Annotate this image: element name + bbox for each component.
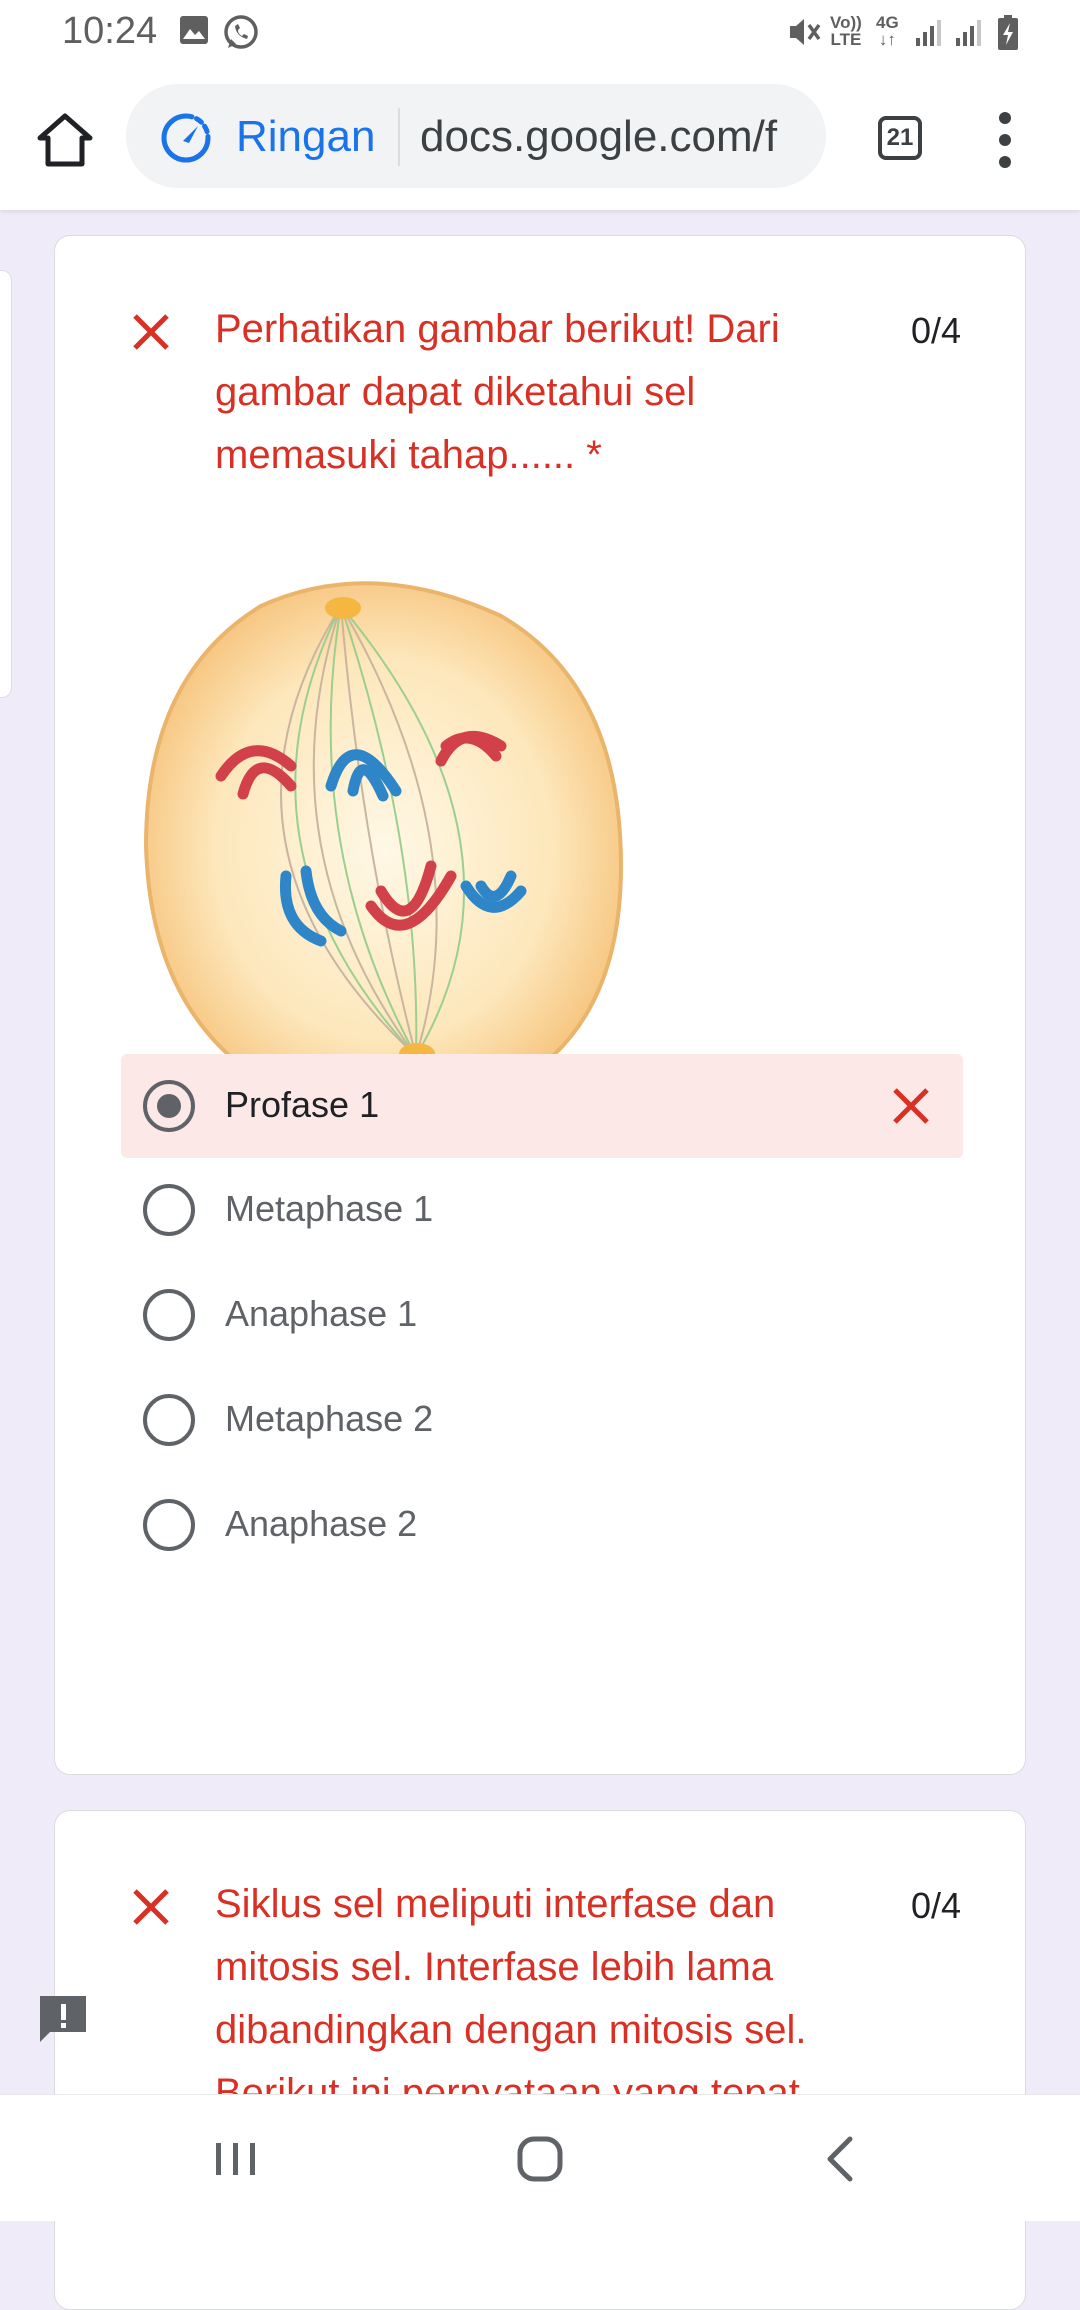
radio-button[interactable]	[143, 1394, 195, 1446]
option-label: Metaphase 1	[225, 1188, 434, 1229]
cell-division-diagram	[143, 581, 624, 1118]
option-label: Metaphase 2	[225, 1398, 434, 1439]
signal-icon	[916, 20, 941, 46]
radio-button[interactable]	[143, 1289, 195, 1341]
tab-switcher-button[interactable]: 21	[878, 116, 922, 160]
network-gen-label: 4G	[876, 13, 899, 32]
home-circle-icon[interactable]	[512, 2131, 568, 2187]
omnibox-divider	[398, 108, 400, 166]
incorrect-icon	[893, 1088, 929, 1124]
whatsapp-icon	[224, 15, 258, 49]
menu-dots-icon[interactable]	[990, 110, 1020, 170]
battery-charging-icon	[998, 15, 1018, 50]
option-label: Profase 1	[225, 1084, 380, 1125]
network-label-bottom: LTE	[830, 30, 862, 49]
question-card: Siklus sel meliputi interfase dan mitosi…	[54, 1810, 1026, 2310]
network-label: Vo)) LTE	[830, 14, 862, 48]
option-metaphase-2[interactable]: Metaphase 2	[121, 1368, 963, 1472]
incorrect-icon	[133, 1889, 169, 1925]
incorrect-icon	[133, 314, 169, 350]
browser-toolbar: Ringan docs.google.com/f 21	[0, 70, 1080, 211]
question-text: Perhatikan gambar berikut! Dari gambar d…	[215, 307, 780, 477]
address-bar[interactable]: Ringan docs.google.com/f	[126, 84, 826, 188]
network-label-top: Vo))	[830, 13, 862, 32]
system-nav-bar	[0, 2094, 1080, 2221]
home-icon[interactable]	[34, 110, 96, 172]
radio-button[interactable]	[143, 1184, 195, 1236]
radio-button[interactable]	[143, 1499, 195, 1551]
option-label: Anaphase 2	[225, 1503, 418, 1544]
status-bar: 10:24 Vo)) LTE 4G ↓↑	[0, 0, 1080, 70]
option-anaphase-1[interactable]: Anaphase 1	[121, 1263, 963, 1367]
feedback-icon[interactable]	[36, 1992, 90, 2046]
question-score: 0/4	[910, 310, 961, 351]
signal-icon	[956, 20, 981, 46]
network-gen: 4G ↓↑	[876, 14, 899, 48]
question-score: 0/4	[910, 1885, 961, 1926]
data-arrows-icon: ↓↑	[878, 30, 896, 49]
image-icon	[180, 16, 208, 44]
option-label: Anaphase 1	[225, 1293, 418, 1334]
back-icon[interactable]	[814, 2131, 870, 2187]
question-text: Siklus sel meliputi interfase dan mitosi…	[215, 1882, 807, 2115]
status-time: 10:24	[62, 10, 158, 52]
mute-icon	[790, 19, 821, 45]
option-metaphase-1[interactable]: Metaphase 1	[121, 1158, 963, 1262]
radio-button[interactable]	[143, 1080, 195, 1132]
question-card: Perhatikan gambar berikut! Dari gambar d…	[54, 235, 1026, 1775]
recent-apps-icon[interactable]	[208, 2131, 264, 2187]
lite-mode-label[interactable]: Ringan	[236, 112, 375, 162]
previous-card-edge	[0, 270, 12, 698]
url-text[interactable]: docs.google.com/f	[420, 112, 777, 162]
lite-mode-icon[interactable]	[160, 112, 212, 164]
option-profase-1[interactable]: Profase 1	[121, 1054, 963, 1158]
option-anaphase-2[interactable]: Anaphase 2	[121, 1473, 963, 1577]
